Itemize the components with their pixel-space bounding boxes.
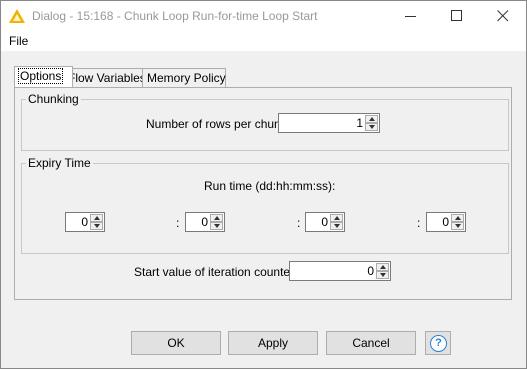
- time-separator: :: [417, 216, 421, 230]
- iteration-counter-decrement[interactable]: [376, 271, 389, 279]
- options-panel: Chunking Number of rows per chunk 1 Expi…: [14, 87, 512, 300]
- days-spinner[interactable]: 0: [65, 212, 105, 232]
- cancel-button[interactable]: Cancel: [326, 331, 416, 355]
- minutes-value: 0: [321, 215, 328, 229]
- iteration-counter-spinner[interactable]: 0: [289, 261, 391, 281]
- dialog-window: Dialog - 15:168 - Chunk Loop Run-for-tim…: [0, 0, 527, 369]
- rows-per-chunk-spinner[interactable]: 1: [278, 113, 380, 133]
- menu-file[interactable]: File: [9, 34, 28, 48]
- rows-per-chunk-value: 1: [356, 116, 363, 130]
- rows-per-chunk-label: Number of rows per chunk: [146, 117, 287, 131]
- minutes-increment[interactable]: [330, 214, 343, 222]
- days-value: 0: [81, 215, 88, 229]
- iteration-counter-label: Start value of iteration counter: [134, 265, 295, 279]
- ok-button[interactable]: OK: [131, 331, 221, 355]
- seconds-increment[interactable]: [451, 214, 464, 222]
- hours-spinner[interactable]: 0: [185, 212, 225, 232]
- days-decrement[interactable]: [90, 222, 103, 230]
- tab-options-label: Options: [17, 68, 64, 84]
- tab-options[interactable]: Options: [14, 66, 73, 87]
- window-title: Dialog - 15:168 - Chunk Loop Run-for-tim…: [32, 9, 318, 23]
- time-separator: :: [297, 216, 301, 230]
- close-button[interactable]: [480, 1, 526, 31]
- tab-memory-policy[interactable]: Memory Policy: [142, 68, 226, 87]
- help-icon: ?: [430, 335, 447, 352]
- hours-decrement[interactable]: [210, 222, 223, 230]
- hours-increment[interactable]: [210, 214, 223, 222]
- tab-flow-variables[interactable]: Flow Variables: [63, 68, 147, 87]
- knime-warning-triangle-icon: [9, 9, 25, 23]
- iteration-counter-value: 0: [367, 264, 374, 278]
- apply-button[interactable]: Apply: [228, 331, 318, 355]
- days-increment[interactable]: [90, 214, 103, 222]
- expiry-time-legend: Expiry Time: [28, 156, 91, 170]
- minutes-spinner[interactable]: 0: [305, 212, 345, 232]
- expiry-time-group: Expiry Time: [21, 156, 509, 254]
- tab-memory-policy-label: Memory Policy: [147, 71, 226, 85]
- help-button[interactable]: ?: [425, 331, 451, 355]
- minimize-button[interactable]: [388, 1, 434, 31]
- seconds-spinner[interactable]: 0: [426, 212, 466, 232]
- rows-per-chunk-decrement[interactable]: [365, 123, 378, 131]
- seconds-value: 0: [442, 215, 449, 229]
- title-bar[interactable]: Dialog - 15:168 - Chunk Loop Run-for-tim…: [1, 1, 526, 31]
- time-separator: :: [176, 216, 180, 230]
- close-icon: [497, 10, 509, 22]
- chunking-legend: Chunking: [28, 92, 79, 106]
- iteration-counter-increment[interactable]: [376, 263, 389, 271]
- run-time-label: Run time (dd:hh:mm:ss):: [204, 179, 336, 193]
- maximize-button[interactable]: [434, 1, 480, 31]
- seconds-decrement[interactable]: [451, 222, 464, 230]
- tab-flow-variables-label: Flow Variables: [68, 71, 146, 85]
- menu-bar: File: [1, 31, 526, 51]
- minutes-decrement[interactable]: [330, 222, 343, 230]
- maximize-icon: [451, 10, 462, 21]
- rows-per-chunk-increment[interactable]: [365, 115, 378, 123]
- hours-value: 0: [201, 215, 208, 229]
- minimize-icon: [405, 16, 416, 17]
